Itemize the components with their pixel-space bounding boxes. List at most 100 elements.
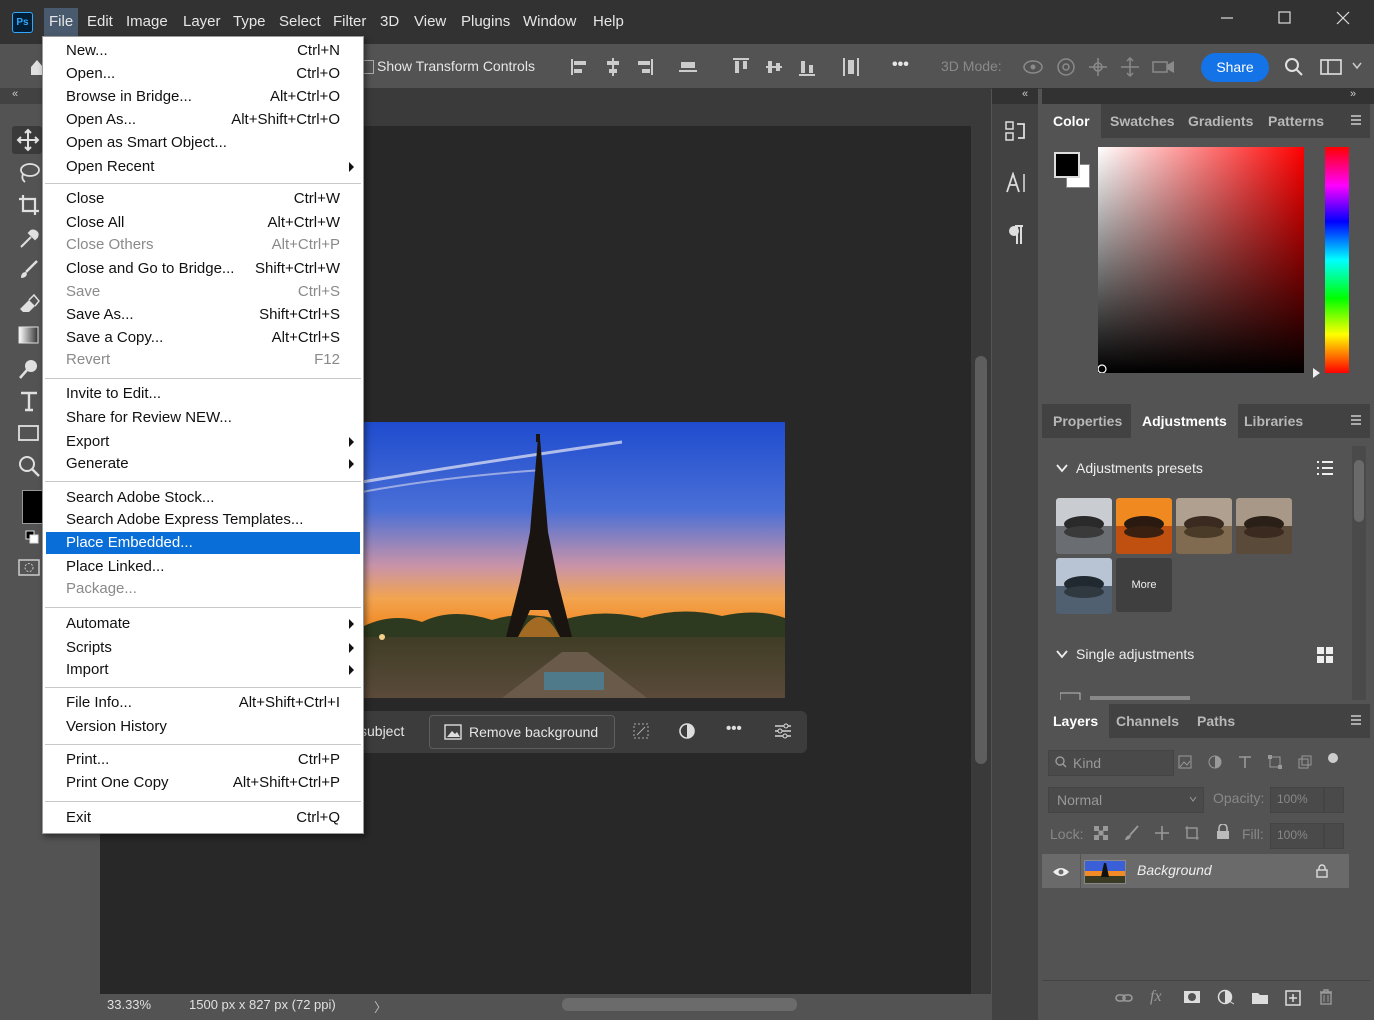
gradient-tool-icon[interactable] xyxy=(18,325,42,349)
menu-item-automate[interactable]: Automate xyxy=(46,613,360,635)
minimize-icon[interactable] xyxy=(1212,8,1242,28)
align-top-icon[interactable] xyxy=(732,57,750,75)
new-adjustment-layer-icon[interactable] xyxy=(1217,989,1235,1005)
add-mask-icon[interactable] xyxy=(1183,990,1201,1004)
hue-slider-marker-icon[interactable] xyxy=(1313,368,1320,378)
tab-paths[interactable]: Paths xyxy=(1186,704,1246,738)
search-icon[interactable] xyxy=(1284,57,1304,77)
menu-item-scripts[interactable]: Scripts xyxy=(46,637,360,659)
swap-colors-icon[interactable] xyxy=(25,530,39,544)
menu-item-export[interactable]: Export xyxy=(46,431,360,453)
distribute-icon[interactable] xyxy=(678,57,697,75)
menu-help[interactable]: Help xyxy=(593,12,624,32)
quick-mask-icon[interactable] xyxy=(18,559,40,577)
more-presets-button[interactable]: More xyxy=(1116,558,1172,612)
align-right-icon[interactable] xyxy=(636,57,654,75)
more-options-icon[interactable]: ••• xyxy=(892,56,909,74)
filter-toggle-icon[interactable] xyxy=(1328,753,1338,763)
collapse-tools-icon[interactable]: « xyxy=(12,88,18,100)
menu-item-search-adobe-stock[interactable]: Search Adobe Stock... xyxy=(46,487,360,509)
shape-filter-icon[interactable] xyxy=(1268,755,1282,769)
panel-menu-icon[interactable] xyxy=(1350,414,1362,426)
list-view-icon[interactable] xyxy=(1316,460,1334,476)
menu-window[interactable]: Window xyxy=(523,12,576,32)
character-icon[interactable] xyxy=(1005,172,1027,194)
menu-item-save-as[interactable]: Save As... Shift+Ctrl+S xyxy=(46,304,360,326)
move-tool-icon[interactable] xyxy=(16,128,40,152)
lock-all-icon[interactable] xyxy=(1216,824,1230,840)
type-tool-icon[interactable] xyxy=(18,389,42,413)
layer-name[interactable]: Background xyxy=(1137,862,1212,878)
chevron-down-icon[interactable] xyxy=(1056,463,1068,473)
menu-item-open-recent[interactable]: Open Recent xyxy=(46,156,360,178)
preset-thumbnail[interactable] xyxy=(1056,498,1112,554)
collapse-dock-icon[interactable]: » xyxy=(1350,88,1356,100)
menu-item-search-adobe-express-templates[interactable]: Search Adobe Express Templates... xyxy=(46,509,360,531)
paragraph-icon[interactable] xyxy=(1007,224,1025,246)
document-image[interactable] xyxy=(362,422,785,698)
zoom-tool-icon[interactable] xyxy=(17,454,41,478)
preset-thumbnail[interactable] xyxy=(1236,498,1292,554)
eraser-tool-icon[interactable] xyxy=(17,292,41,316)
menu-view[interactable]: View xyxy=(414,12,446,32)
adjustments-presets-label[interactable]: Adjustments presets xyxy=(1076,460,1203,476)
align-left-icon[interactable] xyxy=(570,57,588,75)
remove-background-button[interactable]: Remove background xyxy=(429,715,615,749)
menu-item-browse-in-bridge[interactable]: Browse in Bridge... Alt+Ctrl+O xyxy=(46,86,360,108)
new-group-icon[interactable] xyxy=(1251,991,1269,1005)
preset-thumbnail[interactable] xyxy=(1176,498,1232,554)
transform-selection-icon[interactable] xyxy=(632,722,650,740)
menu-item-open-as[interactable]: Open As... Alt+Shift+Ctrl+O xyxy=(46,109,360,131)
eyedropper-tool-icon[interactable] xyxy=(17,227,41,251)
expand-panels-icon[interactable]: « xyxy=(1022,88,1028,100)
menu-image[interactable]: Image xyxy=(126,12,168,32)
menu-item-place-linked[interactable]: Place Linked... xyxy=(46,556,360,578)
adjustment-filter-icon[interactable] xyxy=(1208,755,1222,769)
brush-tool-icon[interactable] xyxy=(17,258,41,282)
menu-select[interactable]: Select xyxy=(279,12,321,32)
menu-item-save-a-copy[interactable]: Save a Copy... Alt+Ctrl+S xyxy=(46,327,360,349)
single-adjustments-label[interactable]: Single adjustments xyxy=(1076,646,1194,662)
type-filter-icon[interactable] xyxy=(1238,755,1252,769)
fx-icon[interactable]: fx xyxy=(1150,988,1162,1006)
menu-item-exit[interactable]: Exit Ctrl+Q xyxy=(46,807,360,829)
align-center-icon[interactable] xyxy=(604,57,622,76)
rectangle-tool-icon[interactable] xyxy=(18,423,42,447)
layer-row[interactable]: Background xyxy=(1042,854,1349,888)
lock-pixels-icon[interactable] xyxy=(1124,825,1140,841)
menu-layer[interactable]: Layer xyxy=(183,12,221,32)
dodge-tool-icon[interactable] xyxy=(17,357,41,381)
zoom-level[interactable]: 33.33% xyxy=(107,997,151,1012)
menu-item-file-info[interactable]: File Info... Alt+Shift+Ctrl+I xyxy=(46,692,360,714)
chevron-down-icon[interactable] xyxy=(1352,62,1362,70)
menu-item-place-embedded[interactable]: Place Embedded... xyxy=(46,532,360,554)
tab-channels[interactable]: Channels xyxy=(1105,704,1190,738)
pixel-filter-icon[interactable] xyxy=(1178,755,1192,769)
menu-item-import[interactable]: Import xyxy=(46,659,360,681)
history-icon[interactable] xyxy=(1004,120,1026,142)
menu-item-version-history[interactable]: Version History xyxy=(46,716,360,738)
close-window-icon[interactable] xyxy=(1328,8,1358,28)
layer-kind-filter[interactable]: Kind xyxy=(1048,750,1174,776)
tab-color[interactable]: Color xyxy=(1042,104,1101,138)
menu-edit[interactable]: Edit xyxy=(87,12,113,32)
menu-item-close-and-go-to-bridge[interactable]: Close and Go to Bridge... Shift+Ctrl+W xyxy=(46,258,360,280)
menu-3d[interactable]: 3D xyxy=(380,12,399,32)
menu-item-open[interactable]: Open... Ctrl+O xyxy=(46,63,360,85)
maximize-icon[interactable] xyxy=(1270,8,1300,28)
fill-dropdown[interactable] xyxy=(1324,823,1344,849)
status-menu-icon[interactable]: 〉 xyxy=(374,997,387,1016)
adjustments-scroll-thumb[interactable] xyxy=(1354,460,1364,522)
menu-plugins[interactable]: Plugins xyxy=(461,12,510,32)
crop-tool-icon[interactable] xyxy=(17,193,41,217)
panel-menu-icon[interactable] xyxy=(1350,714,1362,726)
tab-patterns[interactable]: Patterns xyxy=(1257,104,1335,138)
smart-object-filter-icon[interactable] xyxy=(1298,755,1312,769)
menu-item-share-for-review-new[interactable]: Share for Review NEW... xyxy=(46,407,360,429)
workspace-icon[interactable] xyxy=(1320,58,1342,76)
select-subject-button[interactable]: subject xyxy=(360,716,404,746)
link-layers-icon[interactable] xyxy=(1115,991,1133,1005)
delete-layer-icon[interactable] xyxy=(1319,989,1333,1005)
more-actions-icon[interactable]: ••• xyxy=(726,720,742,737)
tab-properties[interactable]: Properties xyxy=(1042,404,1133,438)
